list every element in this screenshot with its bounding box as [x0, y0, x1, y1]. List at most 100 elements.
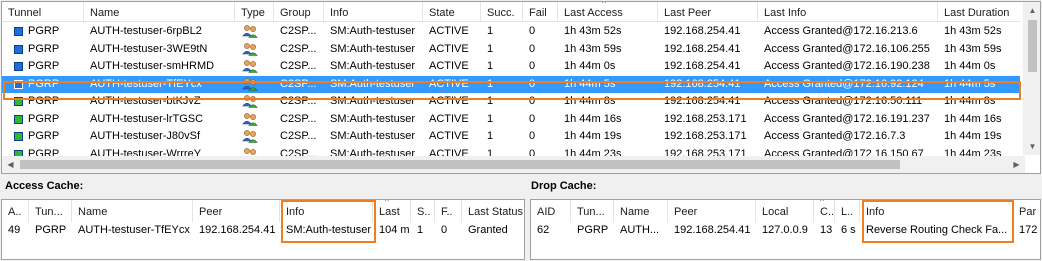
scroll-up-arrow-icon[interactable]: ▲ [1024, 2, 1040, 19]
cell-fail: 0 [529, 112, 536, 125]
ac-col-fail[interactable]: F.. [435, 200, 462, 222]
ac-cell-tunnel: PGRP [35, 224, 67, 236]
cell-state: ACTIVE [429, 130, 469, 142]
dc-col-param[interactable]: Par [1013, 200, 1040, 222]
dc-cell-peer: 192.168.254.41 [674, 224, 751, 236]
vertical-scroll-thumb[interactable] [1028, 20, 1037, 72]
cell-last-access: 1h 44m 16s [564, 112, 622, 125]
ac-col-name[interactable]: Name [72, 200, 193, 222]
users-group-icon [242, 130, 258, 143]
cell-tunnel: PGRP [28, 95, 60, 107]
col-header-tunnel[interactable]: Tunnel [2, 2, 84, 22]
col-header-state[interactable]: State [423, 2, 481, 22]
cell-last-duration: 1h 44m 0s [944, 60, 996, 72]
col-header-type[interactable]: Type [235, 2, 274, 22]
dc-col-tunnel[interactable]: Tun... [571, 200, 614, 222]
access-cache-row[interactable]: 49 PGRP AUTH-testuser-TfEYcx 192.168.254… [2, 221, 524, 239]
cell-succ: 1 [487, 77, 494, 90]
cell-last-duration: 1h 44m 19s [944, 130, 1002, 142]
dc-cell-info: Reverse Routing Check Fa... [866, 224, 1008, 236]
cell-info: SM:Auth-testuser [330, 25, 415, 37]
drop-cache-row[interactable]: 62 PGRP AUTH... 192.168.254.41 127.0.0.9… [531, 221, 1040, 239]
ac-col-tunnel[interactable]: Tun... [29, 200, 72, 222]
dc-col-local[interactable]: Local [756, 200, 814, 222]
cell-last-info: Access Granted@172.16.7.3 [764, 130, 906, 142]
users-group-icon [242, 95, 258, 108]
ac-col-aid[interactable]: A.. [2, 200, 29, 222]
col-header-group[interactable]: Group [274, 2, 324, 22]
drop-cache-grid[interactable]: AID Tun... Name Peer Local ^ C.. L.. Inf… [530, 199, 1041, 260]
scroll-down-arrow-icon[interactable]: ▼ [1024, 138, 1040, 155]
col-header-last-access[interactable]: ^ Last Access [558, 2, 658, 22]
dc-col-last[interactable]: L.. [835, 200, 860, 222]
drop-cache-title: Drop Cache: [531, 180, 597, 192]
ac-col-succ[interactable]: S.. [411, 200, 435, 222]
table-row[interactable]: PGRP AUTH-testuser-6rpBL2 C2SP... SM:Auth-t… [2, 23, 1020, 40]
table-row[interactable]: PGRP AUTH-testuser-J80vSf C2SP... SM:Auth-t… [2, 128, 1020, 145]
access-cache-grid[interactable]: A.. Tun... Name Peer Info ^ Last S.. F..… [1, 199, 525, 260]
ac-cell-info: SM:Auth-testuser [286, 224, 371, 236]
scroll-left-arrow-icon[interactable]: ◀ [2, 156, 19, 173]
col-header-info[interactable]: Info [324, 2, 423, 22]
cell-info: SM:Auth-testuser [330, 60, 415, 72]
cell-group: C2SP... [280, 25, 317, 37]
cell-state: ACTIVE [429, 95, 469, 107]
dc-cell-aid: 62 [537, 224, 550, 236]
dc-col-count[interactable]: ^ C.. [814, 200, 835, 222]
table-row[interactable]: PGRP AUTH-testuser-lrTGSC C2SP... SM:Auth-t… [2, 111, 1020, 128]
table-row[interactable]: PGRP AUTH-testuser-smHRMD C2SP... SM:Auth-t… [2, 58, 1020, 75]
col-header-last-peer[interactable]: Last Peer [658, 2, 758, 22]
dc-cell-name: AUTH... [620, 224, 660, 236]
table-row[interactable]: PGRP AUTH-testuser-3WE9tN C2SP... SM:Auth-t… [2, 41, 1020, 58]
cell-group: C2SP... [280, 42, 317, 55]
dc-cell-last: 6 s [841, 224, 856, 236]
cell-last-peer: 192.168.254.41 [664, 42, 741, 55]
col-header-succ[interactable]: Succ. [481, 2, 523, 22]
cell-info: SM:Auth-testuser [330, 42, 415, 55]
ac-cell-aid: 49 [8, 224, 21, 236]
cell-name: AUTH-testuser-lrTGSC [90, 112, 204, 125]
col-header-name[interactable]: Name [84, 2, 235, 22]
vertical-scrollbar[interactable]: ▲ ▼ [1023, 2, 1040, 155]
ac-col-peer[interactable]: Peer [193, 200, 280, 222]
ac-col-info[interactable]: Info [280, 200, 373, 222]
dc-col-aid[interactable]: AID [531, 200, 571, 222]
cell-last-duration: 1h 43m 52s [944, 25, 1002, 37]
dc-col-count-label: C.. [820, 206, 835, 218]
cell-group: C2SP... [280, 112, 317, 125]
ac-col-last[interactable]: ^ Last [373, 200, 411, 222]
access-cache-header: A.. Tun... Name Peer Info ^ Last S.. F..… [2, 200, 524, 222]
cell-last-peer: 192.168.253.171 [664, 130, 747, 142]
tunnels-grid[interactable]: Tunnel Name Type Group Info State Succ. … [1, 1, 1041, 174]
table-row[interactable]: PGRP AUTH-testuser-TfEYcx C2SP... SM:Auth-t… [2, 75, 1020, 93]
col-header-last-duration[interactable]: Last Duration [938, 2, 1020, 22]
ac-col-last-status[interactable]: Last Status [462, 200, 524, 222]
cell-state: ACTIVE [429, 112, 469, 125]
horizontal-scroll-thumb[interactable] [20, 160, 900, 169]
table-row[interactable]: PGRP AUTH-testuser-btKJvZ C2SP... SM:Auth-t… [2, 93, 1020, 110]
cell-name: AUTH-testuser-6rpBL2 [90, 25, 202, 37]
cell-last-access: 1h 44m 8s [564, 95, 616, 107]
cell-tunnel: PGRP [28, 130, 60, 142]
horizontal-scrollbar[interactable]: ◀ ▶ [2, 156, 1025, 173]
cell-name: AUTH-testuser-smHRMD [90, 60, 215, 72]
cell-succ: 1 [487, 25, 494, 37]
dc-col-name[interactable]: Name [614, 200, 668, 222]
cell-last-info: Access Granted@172.16.106.255 [764, 42, 930, 55]
cell-last-info: Access Granted@172.16.190.238 [764, 60, 930, 72]
cell-fail: 0 [529, 25, 536, 37]
ac-cell-succ: 1 [417, 224, 424, 236]
cell-last-info: Access Granted@172.16.92.124 [764, 77, 924, 90]
cell-succ: 1 [487, 130, 494, 142]
cell-fail: 0 [529, 42, 536, 55]
dc-col-peer[interactable]: Peer [668, 200, 756, 222]
ac-cell-last: 104 m [379, 224, 410, 236]
col-header-fail[interactable]: Fail [523, 2, 558, 22]
scroll-right-arrow-icon[interactable]: ▶ [1008, 156, 1025, 173]
col-header-last-info[interactable]: Last Info [758, 2, 938, 22]
dc-col-info[interactable]: Info [860, 200, 1013, 222]
ac-col-last-label: Last [379, 206, 400, 218]
users-group-icon [242, 112, 258, 126]
cell-info: SM:Auth-testuser [330, 112, 415, 125]
tunnels-grid-header: Tunnel Name Type Group Info State Succ. … [2, 2, 1020, 22]
